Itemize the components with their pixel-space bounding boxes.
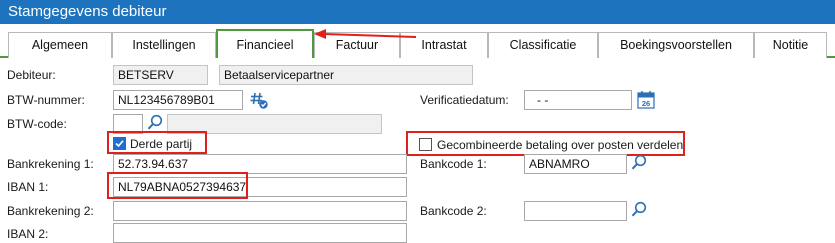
iban1-label: IBAN 1: <box>7 180 49 194</box>
tab-classificatie[interactable]: Classificatie <box>488 32 598 58</box>
annotation-arrow-icon <box>314 29 417 39</box>
search-icon[interactable] <box>631 201 647 218</box>
tab-notitie[interactable]: Notitie <box>754 32 827 58</box>
gecombineerde-checkbox[interactable] <box>419 138 432 151</box>
verificatiedatum-input[interactable]: - - <box>524 90 632 110</box>
derde-partij-checkbox[interactable] <box>113 137 126 150</box>
debiteur-label: Debiteur: <box>7 68 56 82</box>
derde-partij-label[interactable]: Derde partij <box>130 137 192 151</box>
window-title: Stamgegevens debiteur <box>0 0 835 24</box>
bankcode1-input[interactable]: ABNAMRO <box>524 154 627 174</box>
check-icon <box>115 140 124 148</box>
svg-text:26: 26 <box>642 99 650 108</box>
tab-boekingsvoorstellen[interactable]: Boekingsvoorstellen <box>598 32 754 58</box>
tab-instellingen[interactable]: Instellingen <box>112 32 216 58</box>
gecombineerde-label[interactable]: Gecombineerde betaling over posten verde… <box>437 138 683 152</box>
verificatiedatum-label: Verificatiedatum: <box>420 93 509 107</box>
tab-algemeen[interactable]: Algemeen <box>8 32 112 58</box>
search-icon[interactable] <box>631 154 647 171</box>
search-icon[interactable] <box>147 114 163 131</box>
hash-check-icon[interactable] <box>249 90 269 110</box>
calendar-icon[interactable]: 26 <box>637 90 655 109</box>
bankrekening1-input[interactable]: 52.73.94.637 <box>113 154 407 174</box>
bankcode1-label: Bankcode 1: <box>420 157 487 171</box>
bankcode2-label: Bankcode 2: <box>420 204 487 218</box>
btw-code-label: BTW-code: <box>7 117 67 131</box>
btw-nummer-label: BTW-nummer: <box>7 93 85 107</box>
bankrekening2-label: Bankrekening 2: <box>7 204 94 218</box>
tab-financieel[interactable]: Financieel <box>216 29 314 58</box>
bankcode2-input[interactable] <box>524 201 627 221</box>
debiteur-code-field: BETSERV <box>113 65 208 85</box>
btw-nummer-input[interactable]: NL123456789B01 <box>113 90 243 110</box>
debiteur-name-field: Betaalservicepartner <box>219 65 473 85</box>
iban2-label: IBAN 2: <box>7 227 49 241</box>
highlight-iban1 <box>107 172 248 199</box>
bankrekening2-input[interactable] <box>113 201 407 221</box>
iban2-input[interactable] <box>113 223 407 243</box>
bankrekening1-label: Bankrekening 1: <box>7 157 94 171</box>
